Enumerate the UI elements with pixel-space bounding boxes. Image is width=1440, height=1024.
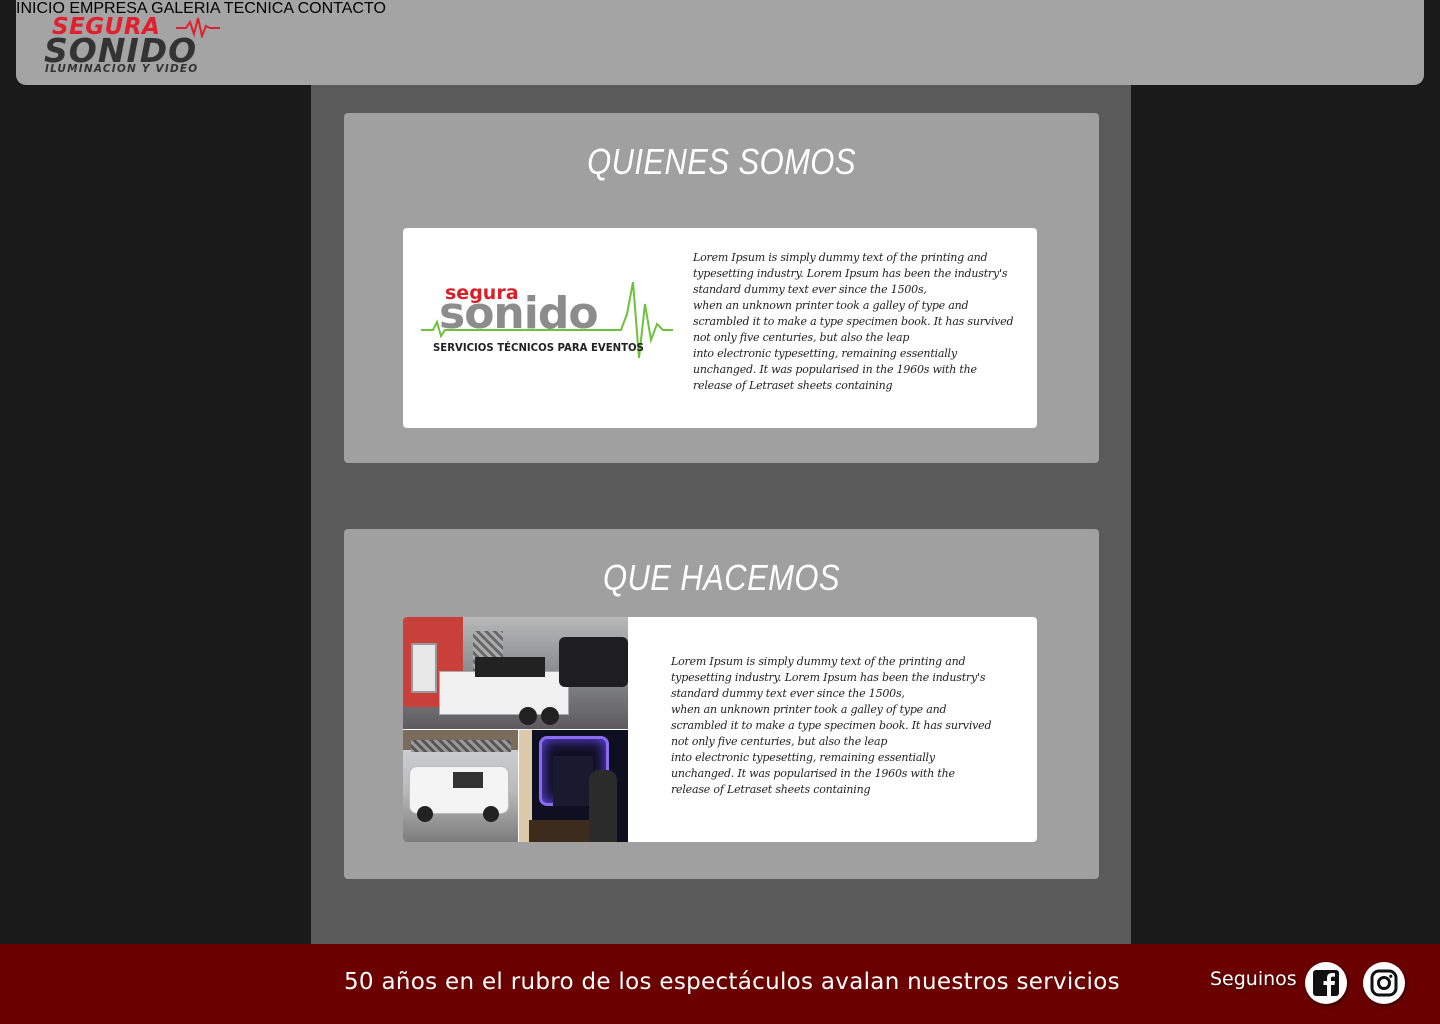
van-interior-photo [519,730,628,842]
section-title: QUE HACEMOS [603,557,840,598]
footer: 50 años en el rubro de los espectáculos … [0,944,1440,1024]
info-card: sonido segura SERVICIOS TÉCNICOS PARA EV… [403,228,1037,428]
navbar: SEGURA SONIDO ILUMINACION Y VIDEO INICIO… [16,0,1424,85]
nav-contacto[interactable]: CONTACTO [298,0,386,17]
footer-tagline: 50 años en el rubro de los espectáculos … [344,969,1120,995]
section-que-hacemos: QUE HACEMOS Lorem Ipsum is simply dummy … [344,529,1099,879]
trailer-photo [403,617,628,729]
van-photo [403,730,518,842]
info-card: Lorem Ipsum is simply dummy text of the … [403,617,1037,842]
instagram-icon[interactable] [1363,962,1405,1004]
main-nav: INICIO EMPRESA GALERIA TECNICA CONTACTO [16,0,1424,18]
nav-tecnica[interactable]: TECNICA [224,0,293,17]
facebook-icon[interactable] [1305,962,1347,1004]
section-body-text: Lorem Ipsum is simply dummy text of the … [693,251,1014,392]
section-quienes-somos: QUIENES SOMOS sonido segura SERVICIOS TÉ… [344,113,1099,463]
section-title: QUIENES SOMOS [587,141,856,182]
follow-label: Seguinos [1210,968,1297,990]
logo-tagline: ILUMINACION Y VIDEO [45,63,199,75]
site-logo[interactable]: SEGURA SONIDO ILUMINACION Y VIDEO [44,14,224,76]
logo-word-segura: segura [445,282,519,304]
company-logo-image: sonido segura SERVICIOS TÉCNICOS PARA EV… [421,274,673,374]
equipment-photo-collage [403,617,628,842]
section-body-text: Lorem Ipsum is simply dummy text of the … [671,655,992,796]
logo-slogan: SERVICIOS TÉCNICOS PARA EVENTOS [433,341,644,354]
